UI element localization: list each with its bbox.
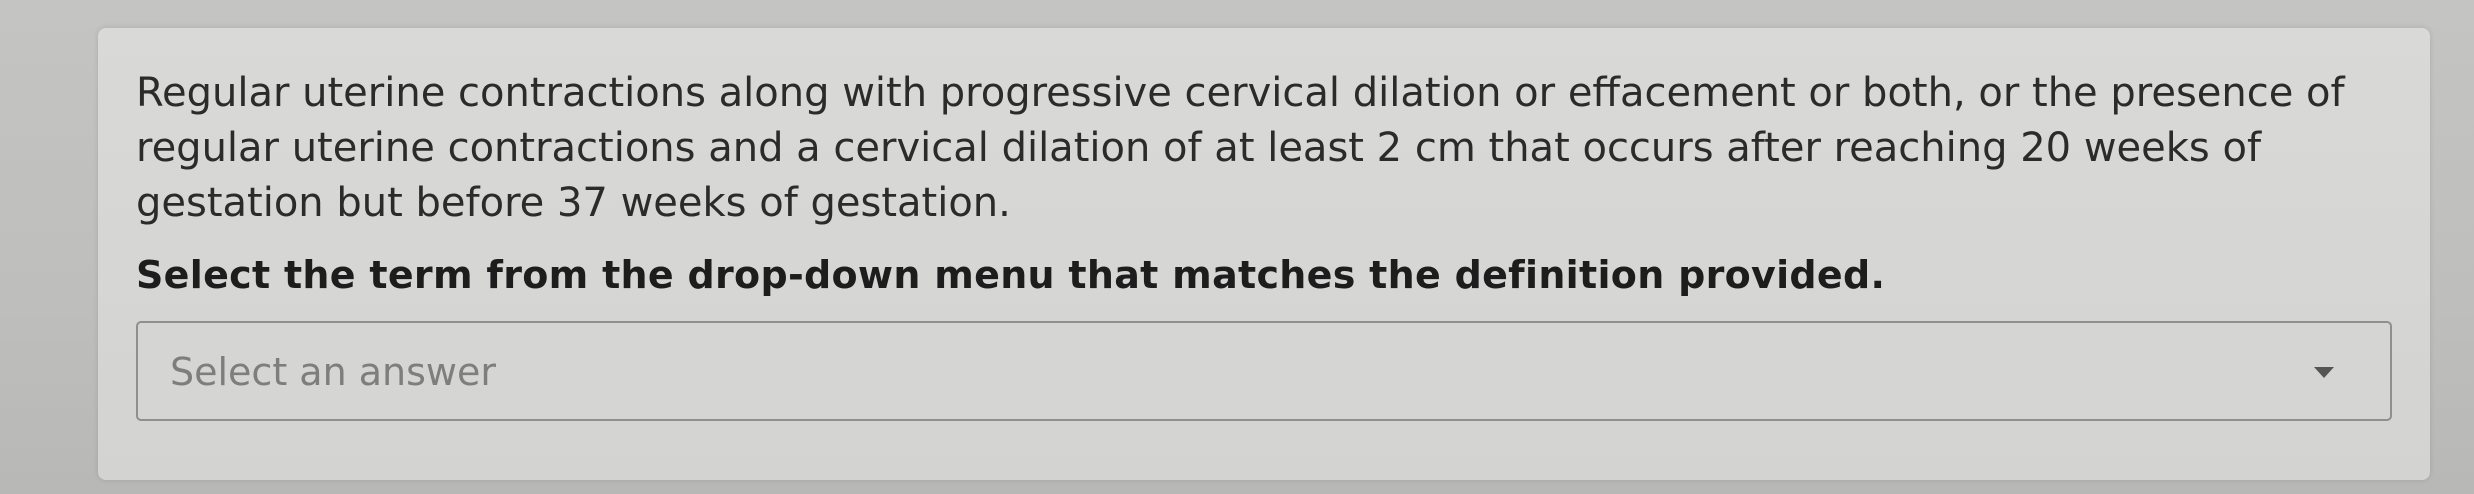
question-card: Regular uterine contractions along with … [98, 28, 2430, 480]
dropdown-placeholder: Select an answer [170, 350, 497, 394]
definition-text: Regular uterine contractions along with … [136, 70, 2345, 226]
caret-down-icon [2314, 367, 2334, 378]
question-prompt: Select the term from the drop-down menu … [136, 253, 1886, 297]
answer-dropdown[interactable]: Select an answer [136, 321, 2392, 421]
page: Regular uterine contractions along with … [0, 0, 2474, 494]
